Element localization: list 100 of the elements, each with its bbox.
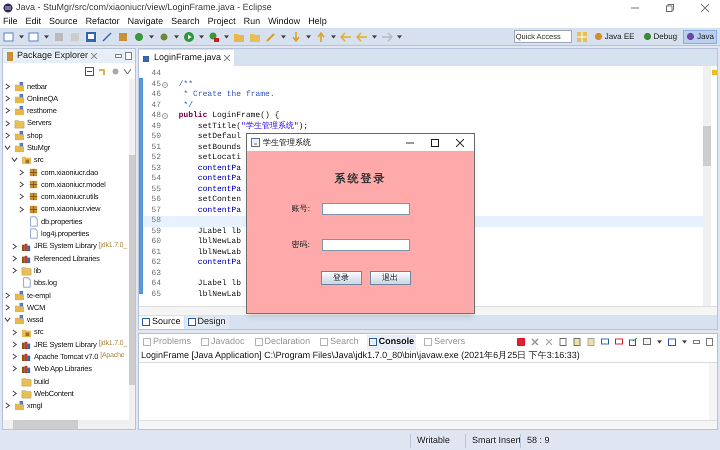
menu-item[interactable]: Refactor bbox=[86, 14, 120, 28]
tab-icon bbox=[201, 338, 210, 346]
code-line: setBounds bbox=[196, 142, 242, 153]
menu-item[interactable]: Navigate bbox=[128, 14, 164, 28]
new-window-icon[interactable] bbox=[3, 30, 15, 42]
dropdown-caret-icon[interactable] bbox=[306, 34, 311, 38]
view-menu-icon[interactable] bbox=[124, 68, 131, 74]
dialog-button[interactable]: 登录 bbox=[320, 270, 362, 284]
warning-marker-icon bbox=[712, 70, 716, 75]
code-line: contentPa bbox=[196, 204, 242, 217]
line-number: 50 bbox=[150, 131, 161, 144]
console-header: LoginFrame [Java Application] C:\Program Files\Java\jdk1.7.0_80\bin\javaw.exe (2021年6月25日 下午3:16:33) bbox=[141, 349, 580, 362]
vertical-scrollbar[interactable] bbox=[129, 79, 135, 420]
view-tab[interactable]: Console bbox=[366, 334, 416, 350]
line-number: 57 bbox=[150, 204, 161, 216]
text-field[interactable] bbox=[322, 238, 410, 250]
fold-icon[interactable] bbox=[162, 113, 168, 120]
dropdown-caret-icon[interactable] bbox=[19, 34, 24, 38]
new-window-icon[interactable] bbox=[28, 30, 40, 42]
menu-item[interactable]: Search bbox=[171, 14, 200, 28]
tab-icon bbox=[368, 338, 377, 346]
dropdown-caret-icon[interactable] bbox=[281, 34, 286, 38]
package-icon bbox=[28, 166, 39, 178]
window-title: Java - StuMgr/src/com/xiaoniucr/view/LoginFrame.java - Eclipse bbox=[16, 0, 272, 14]
code-line: setLocati bbox=[196, 152, 242, 164]
eclipse-logo-icon bbox=[3, 2, 13, 12]
perspective-button[interactable]: Java EE bbox=[592, 30, 637, 44]
package-icon bbox=[28, 204, 39, 215]
text-field[interactable] bbox=[322, 202, 410, 214]
horizontal-scrollbar[interactable] bbox=[3, 420, 135, 429]
editor-mode-tab[interactable]: Source bbox=[139, 316, 184, 328]
dropdown-caret-icon[interactable] bbox=[174, 34, 179, 38]
line-number: 60 bbox=[150, 236, 161, 248]
code-line: JLabel lb bbox=[196, 278, 242, 290]
menu-item[interactable]: Window bbox=[268, 14, 300, 28]
maximize-icon[interactable] bbox=[431, 138, 439, 146]
remove-all-icon[interactable] bbox=[545, 338, 553, 346]
line-number: 52 bbox=[150, 152, 161, 164]
menu-item[interactable]: Project bbox=[208, 14, 236, 28]
tab-icon bbox=[424, 338, 432, 346]
restore-icon[interactable] bbox=[666, 4, 674, 12]
perspective-icon bbox=[594, 32, 603, 41]
dropdown-caret-icon[interactable] bbox=[657, 340, 662, 344]
link-icon[interactable] bbox=[98, 66, 107, 76]
dropdown-caret-icon[interactable] bbox=[372, 34, 377, 38]
books-icon bbox=[21, 351, 32, 362]
dropdown-caret-icon[interactable] bbox=[149, 34, 154, 38]
code-line: lblNewLab bbox=[196, 236, 242, 248]
close-icon[interactable] bbox=[456, 138, 464, 146]
line-number: 48 bbox=[150, 110, 161, 122]
filter-icon[interactable] bbox=[111, 66, 120, 76]
editor-mode-tab[interactable]: Design bbox=[184, 316, 229, 328]
menu-item[interactable]: Source bbox=[49, 14, 78, 28]
collapse-all-icon[interactable] bbox=[85, 66, 94, 76]
code-line: contentPa bbox=[196, 257, 242, 270]
chevron-down-icon[interactable] bbox=[4, 316, 11, 324]
line-number: 44 bbox=[150, 68, 161, 80]
tab-icon bbox=[320, 338, 328, 346]
menu-item[interactable]: Run bbox=[244, 14, 260, 28]
menu-item[interactable]: Help bbox=[308, 14, 327, 28]
remove-icon[interactable] bbox=[531, 338, 539, 346]
fold-icon[interactable] bbox=[162, 82, 168, 88]
play-icon[interactable] bbox=[183, 30, 195, 42]
project-folder-icon bbox=[14, 130, 25, 141]
perspective-icon bbox=[686, 32, 696, 41]
field-label: 密码: bbox=[292, 238, 312, 250]
status-text: 58 : 9 bbox=[520, 434, 575, 448]
line-number: 59 bbox=[150, 226, 161, 238]
editor-tab[interactable]: LoginFrame.java bbox=[139, 50, 234, 66]
horizontal-scrollbar[interactable] bbox=[139, 420, 717, 429]
line-number: 63 bbox=[150, 268, 161, 280]
project-folder-icon bbox=[14, 80, 25, 92]
folder-icon bbox=[21, 265, 32, 276]
dropdown-caret-icon[interactable] bbox=[44, 34, 49, 38]
dialog-button[interactable]: 退出 bbox=[370, 270, 410, 284]
dropdown-caret-icon[interactable] bbox=[224, 34, 229, 38]
perspective-button[interactable]: Debug bbox=[640, 30, 680, 44]
package-icon bbox=[28, 191, 39, 202]
dropdown-caret-icon[interactable] bbox=[199, 34, 204, 38]
code-line: JLabel lb bbox=[196, 226, 242, 237]
dialog-heading: 系统登录 bbox=[334, 171, 386, 187]
external-tools-icon[interactable] bbox=[208, 30, 220, 42]
project-folder-icon bbox=[14, 314, 25, 326]
line-number: 58 bbox=[150, 215, 161, 228]
code-line: contentPa bbox=[196, 184, 242, 196]
line-number: 54 bbox=[150, 173, 161, 186]
code-line: lblNewLab bbox=[196, 288, 242, 301]
dropdown-caret-icon[interactable] bbox=[397, 34, 402, 38]
project-folder-icon bbox=[14, 92, 25, 104]
line-number: 61 bbox=[150, 246, 161, 258]
menu-item[interactable]: Edit bbox=[26, 14, 42, 28]
code-line: contentPa bbox=[196, 173, 242, 186]
dropdown-caret-icon[interactable] bbox=[331, 34, 336, 38]
vertical-scrollbar[interactable] bbox=[709, 363, 717, 420]
tab-icon bbox=[188, 318, 196, 326]
perspective-button[interactable]: Java bbox=[683, 30, 717, 44]
dropdown-caret-icon[interactable] bbox=[682, 340, 687, 344]
menu-item[interactable]: File bbox=[3, 14, 18, 28]
vertical-scrollbar[interactable] bbox=[703, 66, 711, 306]
line-number: 56 bbox=[150, 194, 161, 206]
